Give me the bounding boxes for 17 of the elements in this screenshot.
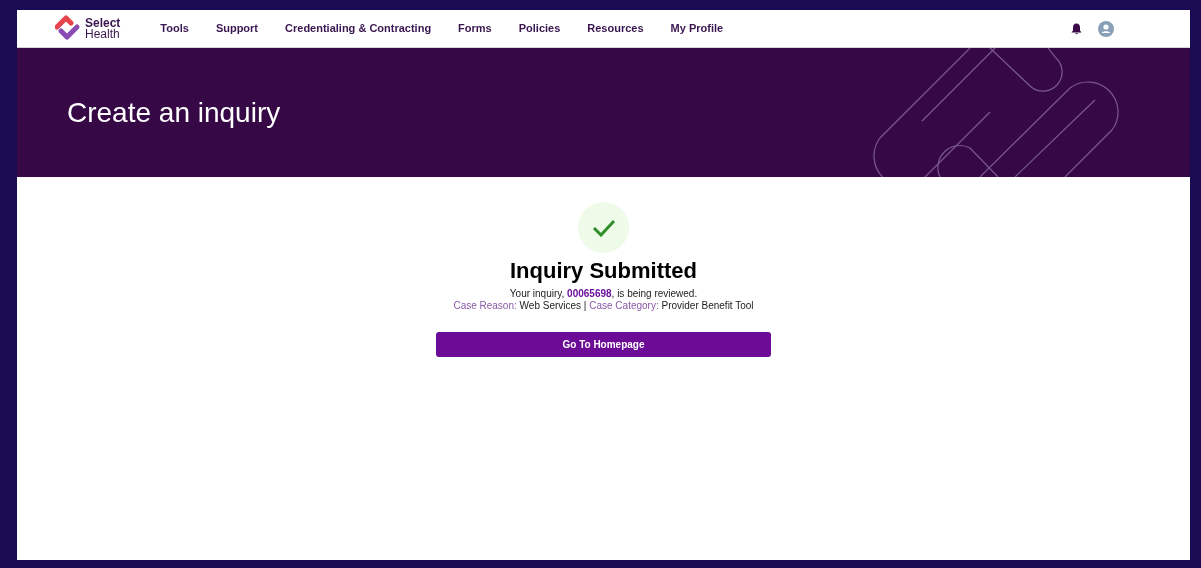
avatar-icon[interactable] (1098, 20, 1114, 37)
confirmation-message: Your inquiry, 00065698, is being reviewed. (509, 288, 698, 300)
logo-text: Select Health (85, 17, 121, 40)
nav-link[interactable]: Tools (160, 20, 189, 37)
case-details: Case Reason: Web Services | Case Category: Provider Benefit Tool (453, 300, 754, 312)
nav-link[interactable]: My Profile (670, 20, 724, 37)
nav-link[interactable]: Forms (458, 20, 492, 37)
bell-icon[interactable] (1071, 22, 1082, 35)
nav-link[interactable]: Policies (518, 20, 561, 37)
nav-link[interactable]: Resources (587, 20, 644, 37)
nav-link[interactable]: Support (215, 20, 259, 37)
checkmark-icon (591, 218, 616, 237)
homepage-button[interactable]: Go To Homepage (436, 332, 771, 357)
confirmation-heading: Inquiry Submitted (510, 257, 697, 285)
page-title: Create an inquiry (67, 95, 281, 130)
logo-icon (55, 14, 81, 43)
nav-link[interactable]: Credentialing & Contracting (285, 20, 432, 37)
